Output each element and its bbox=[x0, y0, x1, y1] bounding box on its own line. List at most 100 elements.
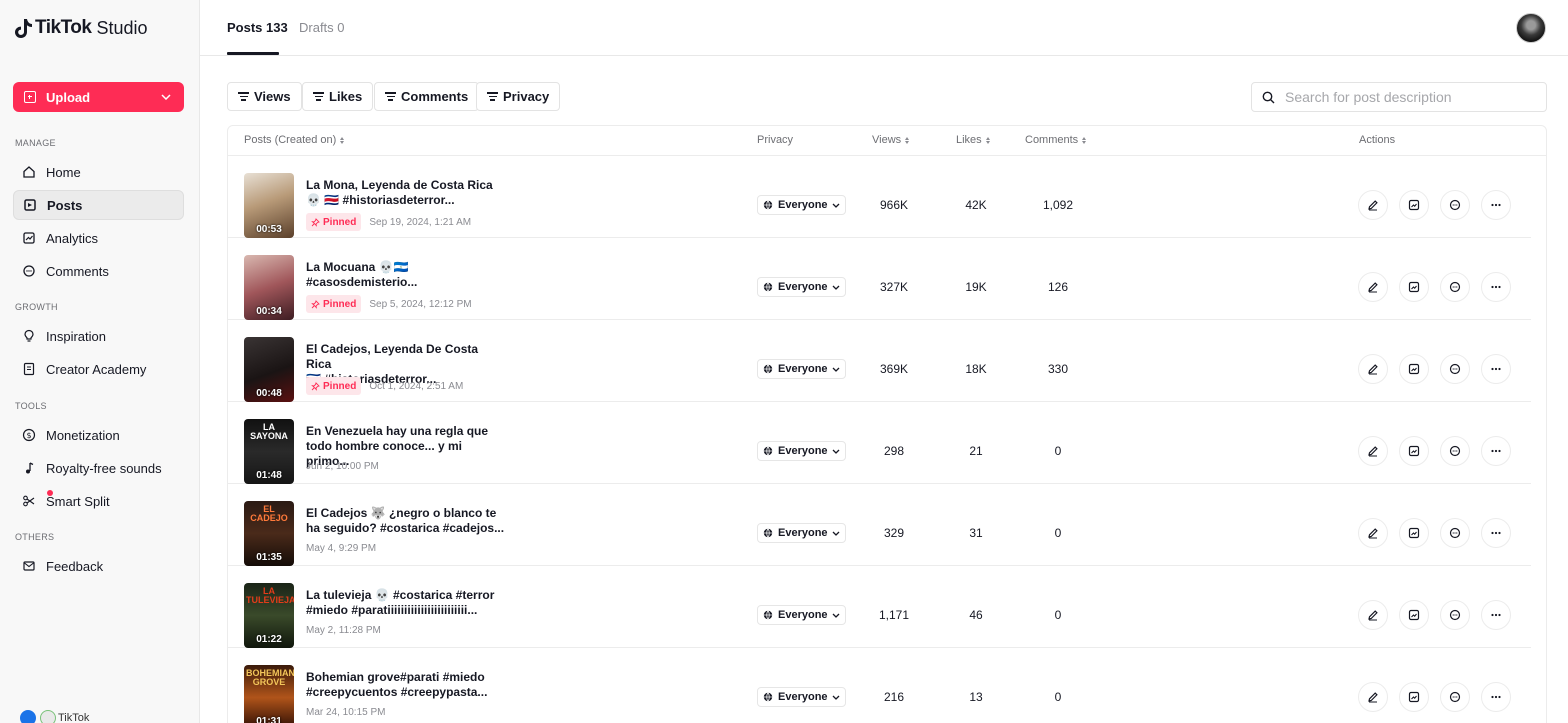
filter-icon bbox=[385, 92, 396, 101]
sidebar-item-creator-academy[interactable]: Creator Academy bbox=[13, 354, 184, 384]
header-label: Comments bbox=[1025, 134, 1079, 146]
edit-button[interactable] bbox=[1358, 190, 1388, 220]
tab-drafts[interactable]: Drafts 0 bbox=[299, 20, 345, 35]
comments-button[interactable] bbox=[1440, 354, 1470, 384]
edit-button[interactable] bbox=[1358, 272, 1388, 302]
more-options-button[interactable] bbox=[1481, 272, 1511, 302]
sidebar-item-posts[interactable]: Posts bbox=[13, 190, 184, 220]
comments-button[interactable] bbox=[1440, 190, 1470, 220]
post-thumbnail[interactable]: 00:34 bbox=[244, 255, 294, 320]
edit-button[interactable] bbox=[1358, 436, 1388, 466]
post-title[interactable]: La Mocuana 💀🇳🇮 #casosdemisterio... bbox=[306, 260, 506, 290]
edit-button[interactable] bbox=[1358, 682, 1388, 712]
more-options-button[interactable] bbox=[1481, 354, 1511, 384]
sort-icon bbox=[985, 136, 990, 144]
edit-button[interactable] bbox=[1358, 600, 1388, 630]
sidebar-item-comments[interactable]: Comments bbox=[13, 256, 184, 286]
table-row: LA TULEVIEJA 01:22 La tulevieja 💀 #costa… bbox=[228, 566, 1531, 648]
more-icon bbox=[1491, 695, 1501, 699]
analytics-button[interactable] bbox=[1399, 518, 1429, 548]
more-options-button[interactable] bbox=[1481, 518, 1511, 548]
header-comments[interactable]: Comments bbox=[1025, 134, 1087, 146]
sidebar-item-smart-split[interactable]: Smart Split bbox=[13, 486, 184, 516]
comment-icon bbox=[1449, 445, 1461, 457]
comments-button[interactable] bbox=[1440, 682, 1470, 712]
views-value: 327K bbox=[879, 280, 909, 294]
analytics-button[interactable] bbox=[1399, 436, 1429, 466]
analytics-button[interactable] bbox=[1399, 272, 1429, 302]
sidebar-item-inspiration[interactable]: Inspiration bbox=[13, 321, 184, 351]
filter-views-button[interactable]: Views bbox=[227, 82, 302, 111]
analytics-icon bbox=[22, 231, 36, 245]
more-options-button[interactable] bbox=[1481, 600, 1511, 630]
views-value: 329 bbox=[883, 526, 905, 540]
post-title[interactable]: El Cadejos 🐺 ¿negro o blanco te ha segui… bbox=[306, 506, 506, 536]
header-label: Actions bbox=[1359, 134, 1396, 146]
post-thumbnail[interactable]: LA TULEVIEJA 01:22 bbox=[244, 583, 294, 648]
privacy-dropdown[interactable]: Everyone bbox=[757, 523, 846, 543]
chevron-down-icon[interactable] bbox=[156, 94, 176, 100]
post-thumbnail[interactable]: EL CADEJO 01:35 bbox=[244, 501, 294, 566]
lightbulb-icon bbox=[22, 329, 36, 343]
sidebar-item-royalty-free-sounds[interactable]: Royalty-free sounds bbox=[13, 453, 184, 483]
chevron-down-icon bbox=[832, 367, 839, 372]
search-input[interactable] bbox=[1285, 89, 1535, 105]
post-title-line2: #creepycuentos #creepypasta... bbox=[306, 685, 488, 699]
privacy-dropdown[interactable]: Everyone bbox=[757, 277, 846, 297]
post-title[interactable]: Bohemian grove#parati #miedo #creepycuen… bbox=[306, 670, 506, 700]
more-options-button[interactable] bbox=[1481, 190, 1511, 220]
filter-icon bbox=[238, 92, 249, 101]
pinned-label: Pinned bbox=[323, 380, 357, 392]
privacy-dropdown[interactable]: Everyone bbox=[757, 441, 846, 461]
analytics-button[interactable] bbox=[1399, 354, 1429, 384]
sidebar-item-home[interactable]: Home bbox=[13, 157, 184, 187]
edit-button[interactable] bbox=[1358, 518, 1388, 548]
search-icon bbox=[1262, 91, 1275, 103]
header-likes[interactable]: Likes bbox=[956, 134, 990, 146]
analytics-button[interactable] bbox=[1399, 190, 1429, 220]
tiktok-studio-logo[interactable]: TikTok Studio bbox=[13, 16, 148, 40]
more-options-button[interactable] bbox=[1481, 682, 1511, 712]
privacy-dropdown[interactable]: Everyone bbox=[757, 605, 846, 625]
filter-comments-button[interactable]: Comments bbox=[374, 82, 480, 111]
privacy-label: Everyone bbox=[778, 199, 828, 211]
analytics-button[interactable] bbox=[1399, 682, 1429, 712]
sidebar-item-monetization[interactable]: $ Monetization bbox=[13, 420, 184, 450]
more-icon bbox=[1491, 367, 1501, 371]
video-duration: 01:35 bbox=[256, 552, 282, 563]
privacy-dropdown[interactable]: Everyone bbox=[757, 687, 846, 707]
sidebar-item-analytics[interactable]: Analytics bbox=[13, 223, 184, 253]
comments-button[interactable] bbox=[1440, 436, 1470, 466]
tab-posts[interactable]: Posts 133 bbox=[227, 20, 288, 35]
privacy-dropdown[interactable]: Everyone bbox=[757, 359, 846, 379]
more-options-button[interactable] bbox=[1481, 436, 1511, 466]
bottom-account-bar[interactable]: TikTok bbox=[20, 710, 89, 723]
post-title[interactable]: La Mona, Leyenda de Costa Rica 💀 🇨🇷 #his… bbox=[306, 178, 506, 208]
avatar[interactable] bbox=[1516, 13, 1546, 43]
scissors-icon bbox=[22, 494, 36, 508]
active-tab-indicator bbox=[227, 52, 279, 55]
upload-button[interactable]: Upload bbox=[13, 82, 184, 112]
filter-privacy-button[interactable]: Privacy bbox=[476, 82, 561, 111]
post-date: Sep 19, 2024, 1:21 AM bbox=[369, 216, 472, 228]
comments-button[interactable] bbox=[1440, 600, 1470, 630]
post-thumbnail[interactable]: 00:53 bbox=[244, 173, 294, 238]
post-thumbnail[interactable]: 00:48 bbox=[244, 337, 294, 402]
comments-button[interactable] bbox=[1440, 518, 1470, 548]
more-icon bbox=[1491, 531, 1501, 535]
post-title[interactable]: La tulevieja 💀 #costarica #terror #miedo… bbox=[306, 588, 506, 618]
filter-likes-button[interactable]: Likes bbox=[302, 82, 374, 111]
privacy-dropdown[interactable]: Everyone bbox=[757, 195, 846, 215]
edit-button[interactable] bbox=[1358, 354, 1388, 384]
comments-button[interactable] bbox=[1440, 272, 1470, 302]
logo-sub-text: Studio bbox=[96, 17, 148, 38]
post-thumbnail[interactable]: LA SAYONA 01:48 bbox=[244, 419, 294, 484]
globe-icon bbox=[763, 364, 773, 374]
header-posts[interactable]: Posts (Created on) bbox=[244, 134, 345, 146]
analytics-button[interactable] bbox=[1399, 600, 1429, 630]
post-thumbnail[interactable]: BOHEMIAN GROVE 01:31 bbox=[244, 665, 294, 723]
privacy-label: Everyone bbox=[778, 527, 828, 539]
header-views[interactable]: Views bbox=[872, 134, 910, 146]
post-title-line2: 💀 🇨🇷 #historiasdeterror... bbox=[306, 193, 455, 207]
sidebar-item-feedback[interactable]: Feedback bbox=[13, 551, 184, 581]
